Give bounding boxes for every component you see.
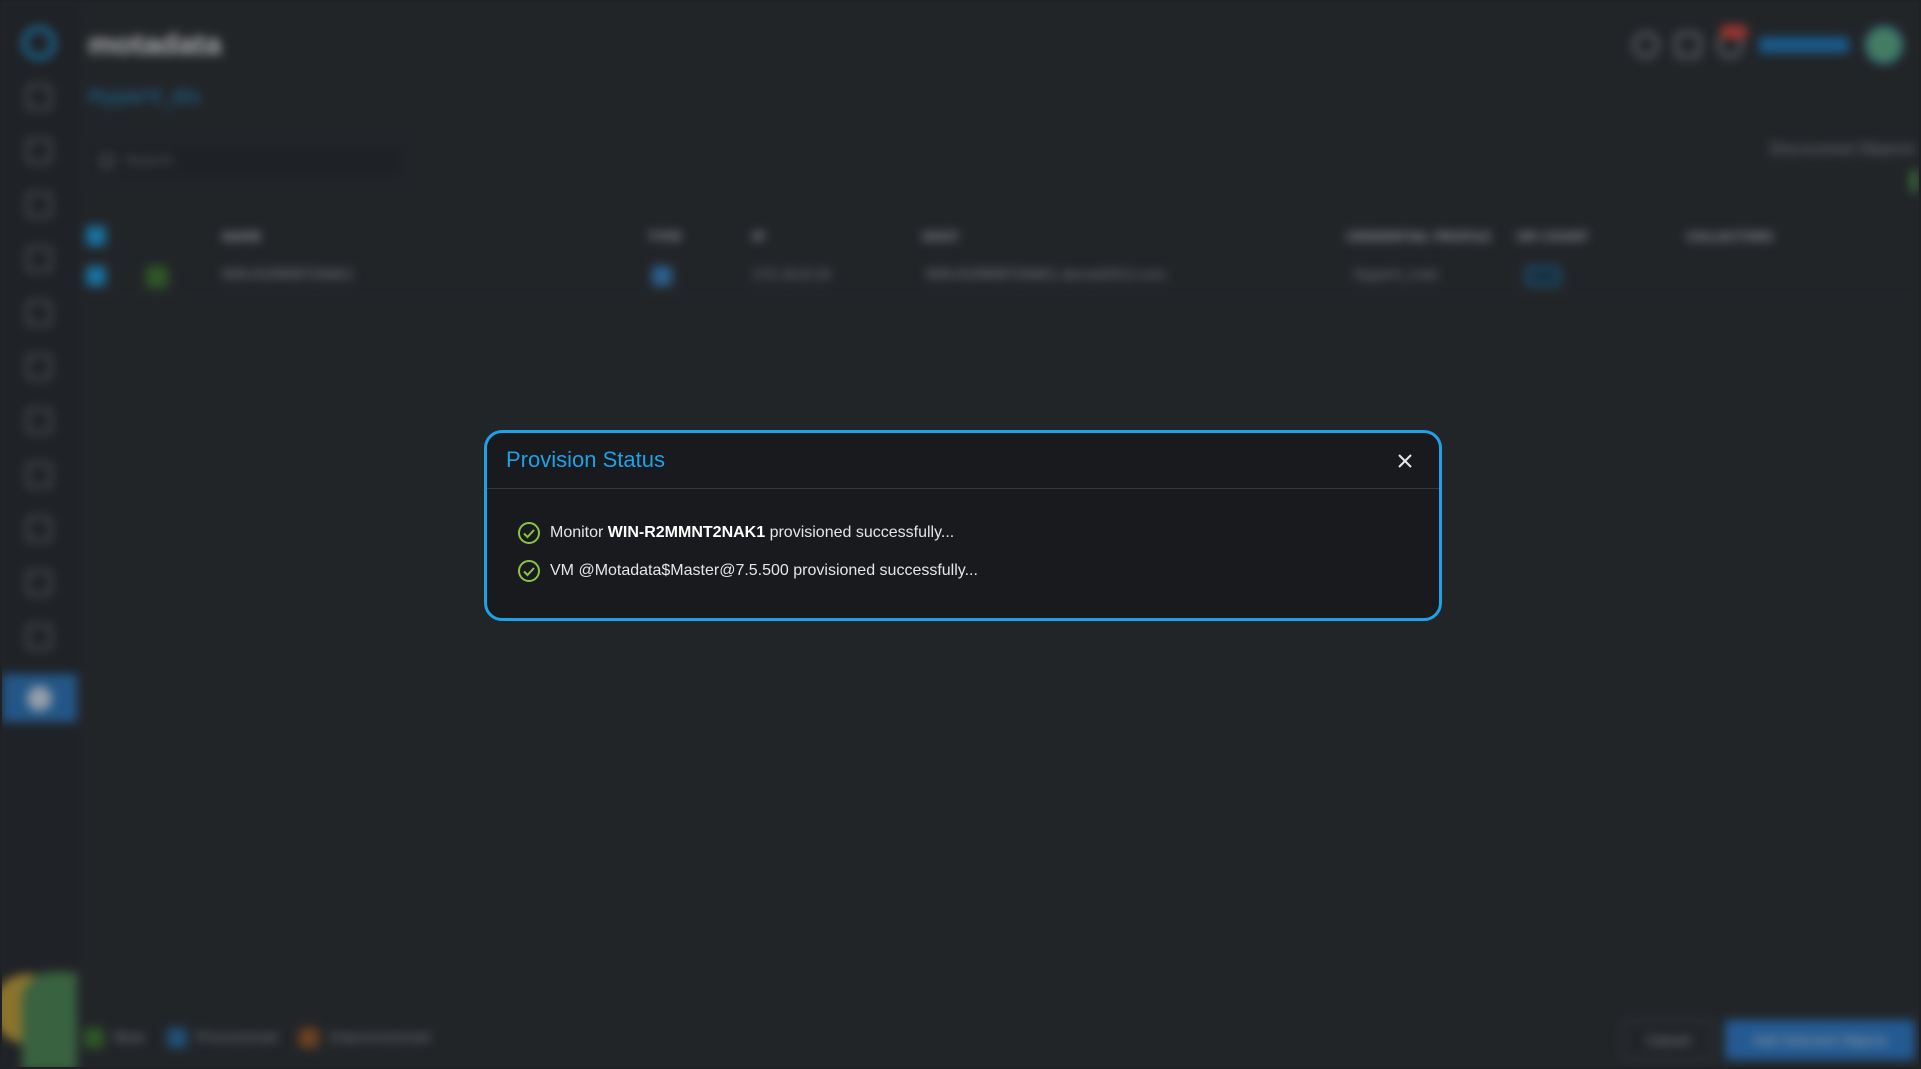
check-circle-icon [518, 522, 540, 544]
status-message: Monitor WIN-R2MMNT2NAK1 provisioned succ… [517, 521, 954, 545]
check-circle-icon [518, 560, 540, 582]
close-button[interactable] [1395, 451, 1415, 471]
provision-status-dialog: Provision Status Monitor WIN-R2MMNT2NAK1… [484, 430, 1442, 621]
dialog-title: Provision Status [506, 447, 665, 472]
status-message: VM @Motadata$Master@7.5.500 provisioned … [517, 559, 978, 583]
message-text: VM @Motadata$Master@7.5.500 provisioned … [550, 562, 978, 579]
message-prefix: Monitor [550, 524, 608, 541]
dialog-header: Provision Status [487, 433, 1439, 489]
monitor-name: WIN-R2MMNT2NAK1 [607, 524, 766, 541]
screen: motadata HyperV_dis Search Discovered Ob… [0, 0, 1921, 1069]
close-icon [1398, 454, 1412, 468]
message-suffix: provisioned successfully... [765, 524, 955, 541]
